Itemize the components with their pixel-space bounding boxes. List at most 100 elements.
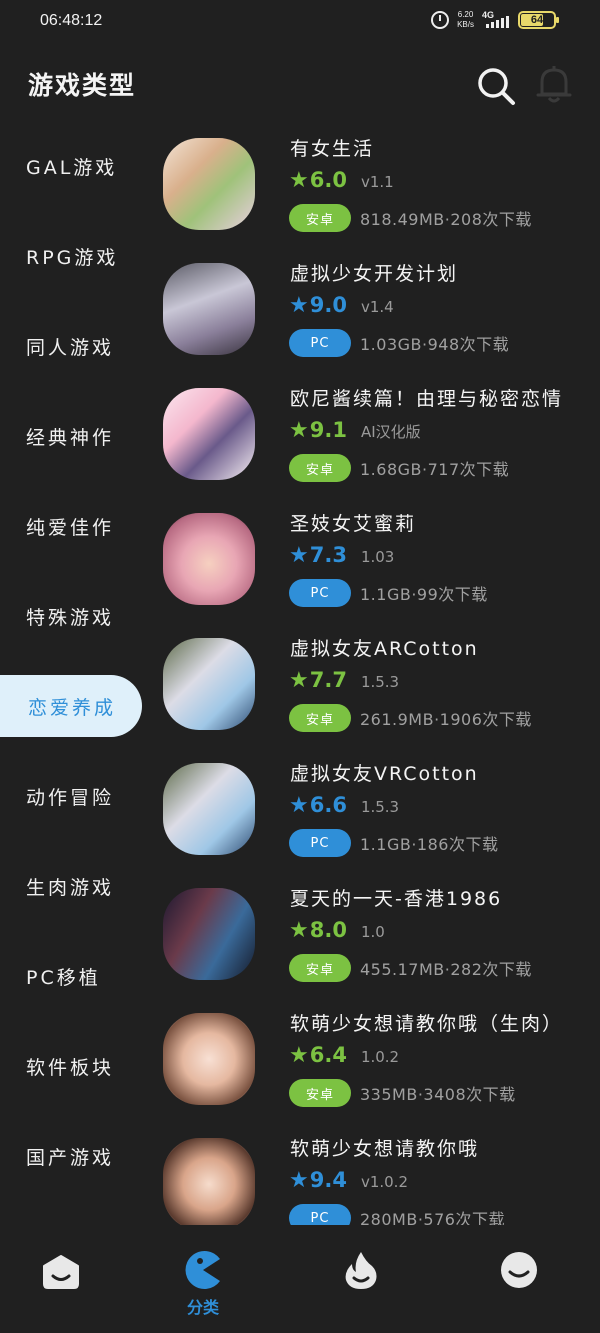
rating: ★ 9.1 AI汉化版 [289,418,421,442]
alarm-icon [431,11,450,29]
nav-profile[interactable] [496,1250,546,1330]
star-icon: ★ [289,1043,309,1068]
score: 9.0 [309,293,347,317]
list-item[interactable]: 虚拟女友VRCotton ★ 6.6 1.5.3 PC 1.1GB·186次下载 [0,755,600,880]
battery-level: 64 [530,14,544,26]
net-speed-unit: KB/s [457,20,474,29]
star-icon: ★ [289,1168,309,1193]
version: 1.0 [360,923,385,941]
star-icon: ★ [289,668,309,693]
game-title: 欧尼酱续篇！由理与秘密恋情 [290,388,564,410]
nav-home[interactable] [38,1250,88,1330]
game-cover [163,763,255,855]
size-downloads: 455.17MB·282次下载 [360,960,532,979]
size-downloads: 1.1GB·186次下载 [360,835,499,854]
size-downloads: 261.9MB·1906次下载 [360,710,532,729]
size-downloads: 335MB·3408次下载 [360,1085,516,1104]
star-icon: ★ [289,168,309,193]
version: 1.5.3 [360,798,400,816]
profile-icon [501,1252,537,1288]
rating: ★ 6.4 1.0.2 [289,1043,399,1067]
list-item[interactable]: 虚拟女友ARCotton ★ 7.7 1.5.3 安卓 261.9MB·1906… [0,630,600,755]
net-speed: 6.20 KB/s [457,10,474,30]
star-icon: ★ [289,418,309,443]
signal-icon: 4G [482,10,510,28]
nav-category-label: 分类 [186,1298,219,1317]
game-title: 夏天的一天-香港1986 [290,888,503,910]
rating: ★ 8.0 1.0 [289,918,385,942]
size-downloads: 1.68GB·717次下载 [360,460,510,479]
status-time: 06:48:12 [40,12,103,29]
version: 1.0.2 [360,1048,400,1066]
game-title: 有女生活 [290,138,375,160]
battery-icon: 64 [518,11,559,29]
flame-icon [345,1252,377,1289]
game-cover [163,513,255,605]
bell-icon[interactable] [534,64,574,104]
game-cover [163,1013,255,1105]
rating: ★ 9.0 v1.4 [289,293,394,317]
platform-badge: 安卓 [289,704,351,732]
list-item[interactable]: 虚拟少女开发计划 ★ 9.0 v1.4 PC 1.03GB·948次下载 [0,255,600,380]
platform-badge: PC [289,579,351,607]
game-title: 虚拟女友ARCotton [290,638,479,660]
status-bar: 06:48:12 6.20 KB/s 4G 64 [0,0,600,46]
score: 8.0 [309,918,347,942]
game-title: 圣妓女艾蜜莉 [290,513,417,535]
pacman-icon [185,1251,220,1289]
score: 9.1 [309,418,347,442]
game-cover [163,638,255,730]
list-item[interactable]: 圣妓女艾蜜莉 ★ 7.3 1.03 PC 1.1GB·99次下载 [0,505,600,630]
size-downloads: 280MB·576次下载 [360,1210,505,1225]
game-title: 虚拟少女开发计划 [290,263,459,285]
platform-badge: 安卓 [289,954,351,982]
version: 1.5.3 [360,673,400,691]
home-icon [43,1255,79,1289]
rating: ★ 7.3 1.03 [289,543,394,567]
page-title: 游戏类型 [28,71,137,100]
game-cover [163,263,255,355]
score: 7.7 [309,668,347,692]
star-icon: ★ [289,293,309,318]
score: 6.0 [309,168,347,192]
search-icon[interactable] [476,66,516,106]
list-item[interactable]: 有女生活 ★ 6.0 v1.1 安卓 818.49MB·208次下载 [0,130,600,255]
list-item[interactable]: 软萌少女想请教你哦 ★ 9.4 v1.0.2 PC 280MB·576次下载 [0,1130,600,1225]
platform-badge: 安卓 [289,454,351,482]
nav-hot[interactable] [338,1250,388,1330]
list-item[interactable]: 欧尼酱续篇！由理与秘密恋情 ★ 9.1 AI汉化版 安卓 1.68GB·717次… [0,380,600,505]
list-item[interactable]: 软萌少女想请教你哦（生肉） ★ 6.4 1.0.2 安卓 335MB·3408次… [0,1005,600,1130]
score: 6.6 [309,793,347,817]
game-cover [163,138,255,230]
list-item[interactable]: 夏天的一天-香港1986 ★ 8.0 1.0 安卓 455.17MB·282次下… [0,880,600,1005]
star-icon: ★ [289,543,309,568]
nav-category[interactable]: 分类 [178,1250,228,1330]
version: AI汉化版 [360,423,421,441]
game-title: 软萌少女想请教你哦（生肉） [290,1013,564,1035]
net-speed-value: 6.20 [457,10,474,19]
platform-badge: PC [289,829,351,857]
game-cover [163,1138,255,1225]
version: 1.03 [360,548,395,566]
platform-badge: 安卓 [289,1079,351,1107]
rating: ★ 6.0 v1.1 [289,168,394,192]
platform-badge: PC [289,1204,351,1225]
game-cover [163,888,255,980]
network-type: 4G [482,10,495,20]
version: v1.4 [360,298,394,316]
version: v1.1 [360,173,394,191]
score: 9.4 [309,1168,347,1192]
size-downloads: 1.03GB·948次下载 [360,335,510,354]
platform-badge: 安卓 [289,204,351,232]
platform-badge: PC [289,329,351,357]
game-cover [163,388,255,480]
score: 7.3 [309,543,347,567]
rating: ★ 7.7 1.5.3 [289,668,399,692]
star-icon: ★ [289,918,309,943]
status-icons: 6.20 KB/s 4G 64 [431,10,559,30]
game-title: 软萌少女想请教你哦 [290,1138,480,1160]
bottom-nav: 分类 [0,1228,600,1333]
score: 6.4 [309,1043,347,1067]
rating: ★ 6.6 1.5.3 [289,793,399,817]
game-title: 虚拟女友VRCotton [290,763,479,785]
